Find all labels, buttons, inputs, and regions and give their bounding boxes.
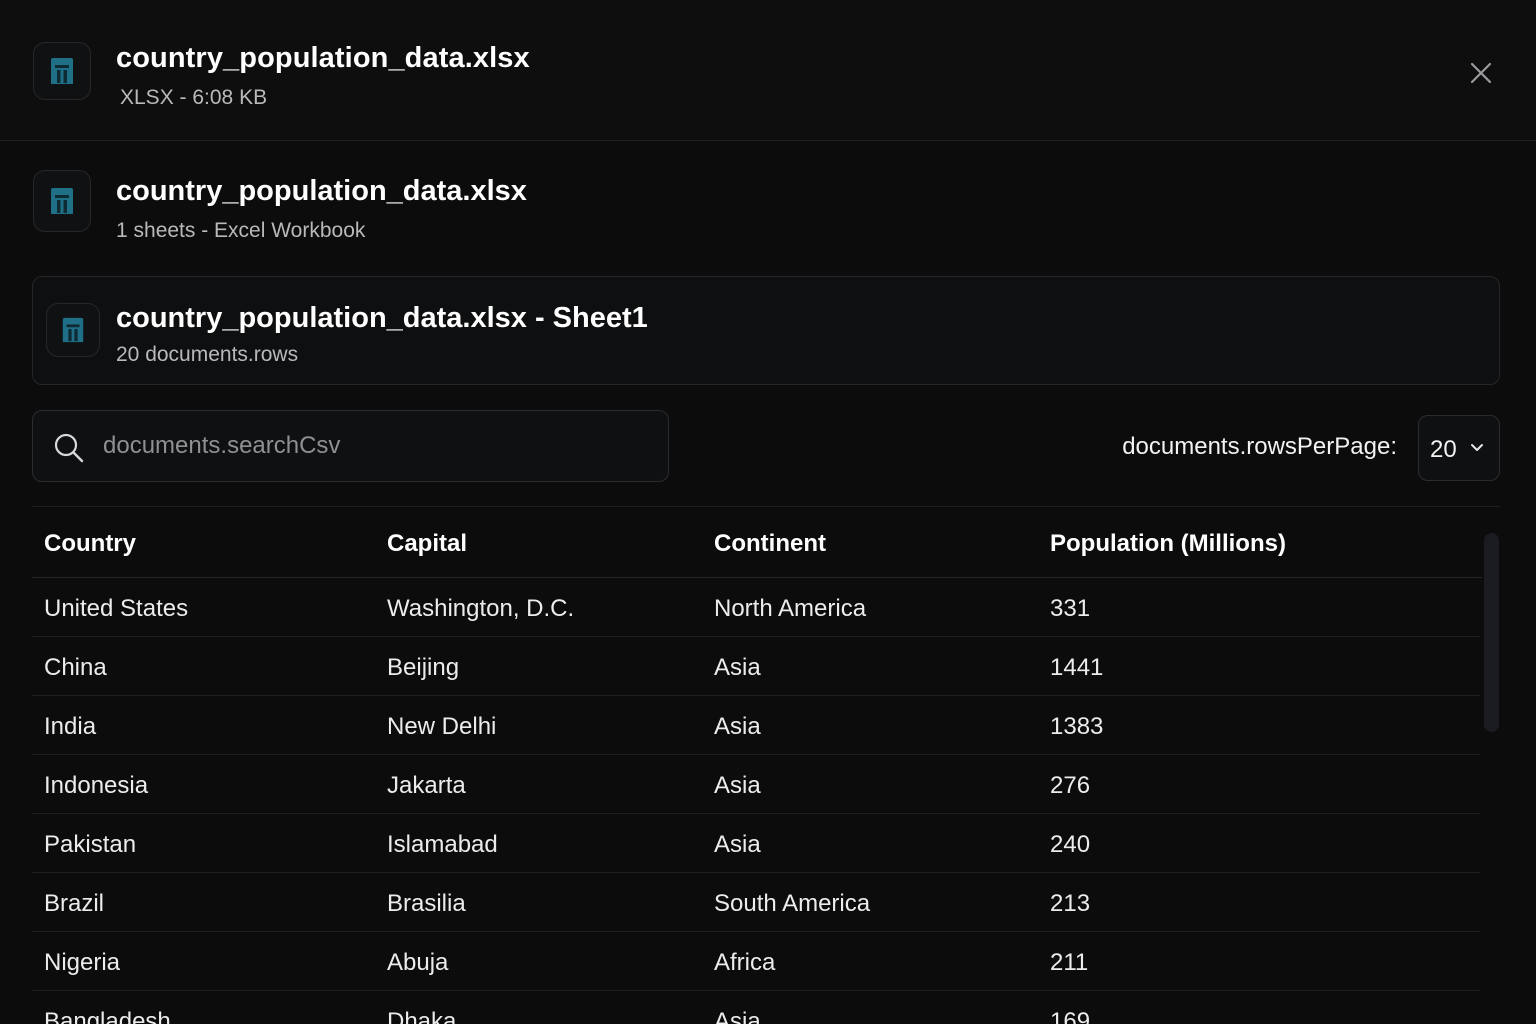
column-header-population[interactable]: Population (Millions) [1050, 530, 1286, 558]
table-row[interactable]: Brazil Brasilia South America 213 [32, 873, 1480, 932]
table-header: Country Capital Continent Population (Mi… [32, 508, 1482, 578]
cell-continent: Asia [714, 713, 761, 740]
preview-header: country_population_data.xlsx XLSX - 6:08… [0, 0, 1536, 141]
cell-capital: Beijing [387, 654, 460, 681]
search-icon [54, 433, 84, 463]
cell-country: Nigeria [44, 949, 121, 976]
column-header-country[interactable]: Country [44, 530, 136, 558]
cell-capital: Brasilia [387, 890, 466, 917]
cell-country: Indonesia [44, 772, 149, 799]
cell-capital: Islamabad [387, 831, 498, 858]
workbook-title: country_population_data.xlsx [116, 175, 527, 207]
table-scrollbar[interactable] [1484, 533, 1499, 732]
sheet-row-count: 20 documents.rows [116, 343, 299, 366]
cell-continent: Asia [714, 772, 761, 799]
cell-country: Brazil [44, 890, 105, 917]
cell-country: Pakistan [44, 831, 137, 858]
rows-per-page-select[interactable]: 20 [1418, 415, 1500, 481]
cell-continent: Asia [714, 1008, 761, 1024]
cell-population: 211 [1050, 949, 1089, 976]
cell-continent: Asia [714, 831, 761, 858]
sheet-icon [46, 303, 100, 357]
data-table: Country Capital Continent Population (Mi… [32, 508, 1482, 1024]
sheet-title: country_population_data.xlsx - Sheet1 [116, 302, 648, 334]
table-row[interactable]: China Beijing Asia 1441 [32, 637, 1480, 696]
cell-population: 276 [1050, 772, 1091, 799]
workbook-subtitle: 1 sheets - Excel Workbook [116, 219, 366, 242]
sheet-card[interactable]: country_population_data.xlsx - Sheet1 20… [32, 276, 1500, 385]
file-meta: XLSX - 6:08 KB [120, 86, 268, 109]
rows-per-page-value: 20 [1430, 436, 1457, 463]
search-box[interactable] [32, 410, 669, 482]
workbook-icon [33, 170, 91, 232]
table-row[interactable]: Indonesia Jakarta Asia 276 [32, 755, 1480, 814]
divider [32, 506, 1500, 507]
table-row[interactable]: United States Washington, D.C. North Ame… [32, 578, 1480, 637]
table-row[interactable]: Pakistan Islamabad Asia 240 [32, 814, 1480, 873]
chevron-down-icon [1471, 444, 1483, 451]
table-row[interactable]: India New Delhi Asia 1383 [32, 696, 1480, 755]
cell-capital: Abuja [387, 949, 449, 976]
spreadsheet-file-icon [33, 42, 91, 100]
cell-country: United States [44, 595, 189, 622]
cell-population: 213 [1050, 890, 1091, 917]
search-input[interactable] [101, 425, 641, 467]
cell-population: 240 [1050, 831, 1091, 858]
cell-country: Bangladesh [44, 1008, 171, 1024]
cell-capital: Dhaka [387, 1008, 457, 1024]
cell-continent: Asia [714, 654, 761, 681]
cell-continent: North America [714, 595, 867, 622]
table-row[interactable]: Bangladesh Dhaka Asia 169 [32, 991, 1480, 1024]
cell-capital: New Delhi [387, 713, 497, 740]
cell-capital: Washington, D.C. [387, 595, 575, 622]
column-header-continent[interactable]: Continent [714, 530, 826, 558]
cell-population: 169 [1050, 1008, 1091, 1024]
cell-capital: Jakarta [387, 772, 466, 799]
cell-country: China [44, 654, 107, 681]
close-button[interactable] [1462, 54, 1500, 92]
cell-population: 1383 [1050, 713, 1104, 740]
cell-population: 331 [1050, 595, 1091, 622]
cell-country: India [44, 713, 97, 740]
file-name-title: country_population_data.xlsx [116, 42, 530, 74]
close-icon [1470, 62, 1492, 84]
cell-continent: Africa [714, 949, 776, 976]
table-row[interactable]: Nigeria Abuja Africa 211 [32, 932, 1480, 991]
column-header-capital[interactable]: Capital [387, 530, 467, 558]
cell-continent: South America [714, 890, 871, 917]
rows-per-page-label: documents.rowsPerPage: [1122, 433, 1397, 460]
cell-population: 1441 [1050, 654, 1104, 681]
